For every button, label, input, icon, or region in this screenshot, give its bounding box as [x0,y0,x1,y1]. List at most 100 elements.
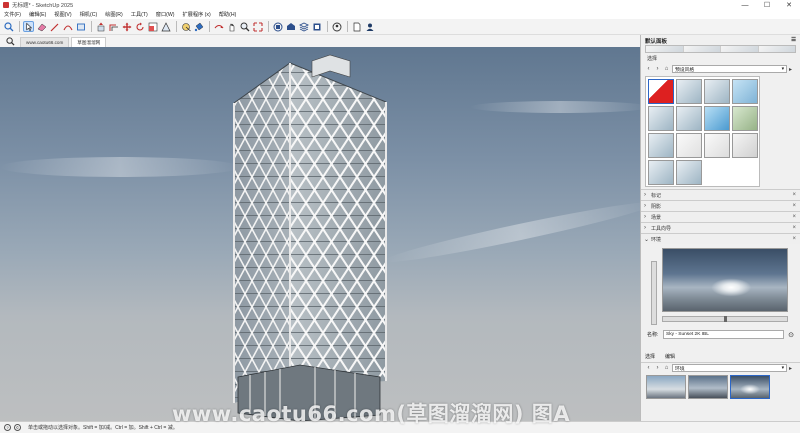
arc-tool-icon[interactable] [62,21,73,32]
new-document-icon[interactable] [351,21,362,32]
menu-tools[interactable]: 工具(T) [127,11,152,18]
sky-cloud [470,101,640,113]
menu-extensions[interactable]: 扩展程序 (x) [178,11,214,18]
line-tool-icon[interactable] [49,21,60,32]
forward-arrow-icon[interactable]: › [654,66,661,73]
tab-caotu[interactable]: 草图溜溜网 [71,37,107,47]
maximize-button[interactable]: ☐ [756,1,778,9]
environment-rotation-slider[interactable] [662,316,788,322]
search-icon[interactable] [3,21,14,32]
eraser-tool-icon[interactable] [36,21,47,32]
main-toolbar [0,19,800,35]
tape-measure-tool-icon[interactable] [180,21,191,32]
style-thumbnail[interactable] [676,106,702,131]
back-arrow-icon[interactable]: ‹ [645,66,652,73]
forward-arrow-icon[interactable]: › [654,365,661,372]
scale-tool-icon[interactable] [147,21,158,32]
back-arrow-icon[interactable]: ‹ [645,365,652,372]
follow-me-tool-icon[interactable] [160,21,171,32]
slider-knob[interactable] [724,316,727,322]
select-tool-icon[interactable] [23,21,34,32]
style-thumbnail[interactable] [648,133,674,158]
style-thumbnail[interactable] [676,79,702,104]
layout-icon[interactable] [298,21,309,32]
menu-file[interactable]: 文件(F) [0,11,25,18]
menu-bar: 文件(F) 编辑(E) 视图(V) 相机(C) 绘图(R) 工具(T) 窗口(W… [0,10,800,19]
menu-help[interactable]: 帮助(H) [215,11,241,18]
close-icon[interactable]: × [792,225,796,231]
style-thumbnail[interactable] [704,133,730,158]
pan-tool-icon[interactable] [226,21,237,32]
details-arrow-icon[interactable]: ▸ [787,365,794,372]
menu-window[interactable]: 窗口(W) [152,11,179,18]
menu-view[interactable]: 视图(V) [50,11,75,18]
toolbar-separator [209,21,210,32]
tower-right-diagrid [290,63,386,387]
style-thumbnail[interactable] [648,79,674,104]
menu-draw[interactable]: 绘图(R) [101,11,127,18]
style-thumbnail[interactable] [704,106,730,131]
extension-warehouse-icon[interactable] [285,21,296,32]
toolbar-separator [327,21,328,32]
offset-tool-icon[interactable] [108,21,119,32]
tab-edit[interactable]: 编辑 [665,353,675,360]
menu-camera[interactable]: 相机(C) [76,11,102,18]
3d-warehouse-icon[interactable] [272,21,283,32]
close-button[interactable]: ✕ [778,1,800,9]
user-profile-icon[interactable] [364,21,375,32]
tray-shadows[interactable]: › 阴影 × [641,200,800,211]
style-thumbnail[interactable] [732,106,758,131]
style-thumbnail[interactable] [676,133,702,158]
orbit-tool-icon[interactable] [213,21,224,32]
rotate-tool-icon[interactable] [134,21,145,32]
environment-vertical-slider[interactable] [651,261,657,325]
extension-manager-icon[interactable] [311,21,322,32]
home-icon[interactable]: ⌂ [663,365,670,372]
push-pull-tool-icon[interactable] [95,21,106,32]
environment-thumbnail[interactable] [646,375,686,399]
close-icon[interactable]: × [792,236,796,242]
tab-select[interactable]: 选择 [645,353,655,360]
environment-thumbnail[interactable] [688,375,728,399]
style-collection-dropdown[interactable]: 预设风格 ▾ [672,65,787,73]
details-arrow-icon[interactable]: ▸ [787,66,794,73]
status-credits-icon[interactable]: © [14,424,21,431]
style-thumbnail[interactable] [676,160,702,185]
tab-website[interactable]: www.caotu66.com [20,37,70,47]
toolbar-separator [91,21,92,32]
style-preview-strip [645,45,796,53]
model-viewport[interactable] [0,47,640,421]
close-icon[interactable]: × [792,192,796,198]
zoom-tool-icon[interactable] [239,21,250,32]
style-thumbnail[interactable] [648,106,674,131]
tray-scenes[interactable]: › 场景 × [641,211,800,222]
tray-menu-icon[interactable]: ☰ [791,37,796,43]
zoom-extents-tool-icon[interactable] [252,21,263,32]
account-circle-icon[interactable] [331,21,342,32]
paint-bucket-tool-icon[interactable] [193,21,204,32]
rectangle-tool-icon[interactable] [75,21,86,32]
minimize-button[interactable]: — [734,2,756,9]
environment-thumbnail[interactable] [730,375,770,399]
tray-environment[interactable]: ⌄ 环境 × [641,233,800,244]
close-icon[interactable]: × [792,203,796,209]
move-tool-icon[interactable] [121,21,132,32]
search-icon[interactable] [0,35,20,47]
style-thumbnail[interactable] [732,133,758,158]
style-thumbnail[interactable] [648,160,674,185]
roof-structure [311,54,351,78]
menu-edit[interactable]: 编辑(E) [25,11,50,18]
tray-instructor[interactable]: › 工具向导 × [641,222,800,233]
environment-name-field[interactable]: Sky - Sunset 2K IBL [663,330,785,339]
tray-scenes-label: 场景 [651,214,662,221]
close-icon[interactable]: × [792,214,796,220]
home-icon[interactable]: ⌂ [663,66,670,73]
style-collection-value: 预设风格 [675,67,695,73]
environment-collection-dropdown[interactable]: 环境 ▾ [672,364,787,372]
tray-tags[interactable]: › 标记 × [641,189,800,200]
environment-options-icon[interactable]: ⊙ [788,331,794,339]
style-thumbnail[interactable] [704,79,730,104]
style-thumbnail[interactable] [732,79,758,104]
status-info-icon[interactable]: ? [4,424,11,431]
toolbar-separator [176,21,177,32]
